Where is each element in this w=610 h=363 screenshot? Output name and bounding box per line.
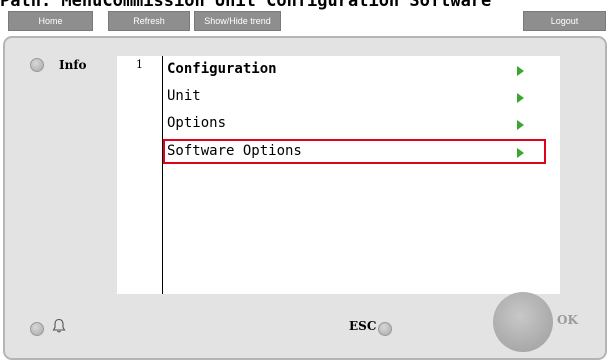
home-button[interactable]: Home <box>8 11 93 31</box>
menu-item-label: Configuration <box>167 61 277 77</box>
refresh-button[interactable]: Refresh <box>108 11 190 31</box>
display-screen: 1 Configuration Unit Options Software Op… <box>117 56 560 294</box>
line-number: 1 <box>136 58 143 71</box>
bell-icon[interactable] <box>52 318 66 334</box>
logout-button[interactable]: Logout <box>523 11 606 31</box>
info-led-icon[interactable] <box>30 58 44 72</box>
selection-highlight <box>163 139 546 164</box>
menu-item-unit[interactable]: Unit <box>164 85 542 109</box>
menu-arrow-icon <box>517 93 524 103</box>
menu-arrow-icon <box>517 66 524 76</box>
ok-knob[interactable] <box>493 292 553 352</box>
esc-led-icon[interactable] <box>378 322 392 336</box>
info-label: Info <box>59 58 87 72</box>
menu-item-configuration[interactable]: Configuration <box>164 58 542 82</box>
menu-item-label: Options <box>167 115 227 131</box>
toolbar: Home Refresh Show/Hide trend Logout <box>0 11 610 32</box>
show-hide-trend-button[interactable]: Show/Hide trend <box>194 11 281 31</box>
menu-arrow-icon <box>517 120 524 130</box>
screen-divider <box>162 56 163 294</box>
alarm-led-icon[interactable] <box>30 322 44 336</box>
menu-item-label: Unit <box>167 88 201 104</box>
ok-label[interactable]: OK <box>557 313 578 327</box>
menu-path: Path: MenuCommission Unit Configuration … <box>0 0 492 11</box>
esc-button-label[interactable]: ESC <box>349 319 376 333</box>
menu-item-options[interactable]: Options <box>164 112 542 136</box>
